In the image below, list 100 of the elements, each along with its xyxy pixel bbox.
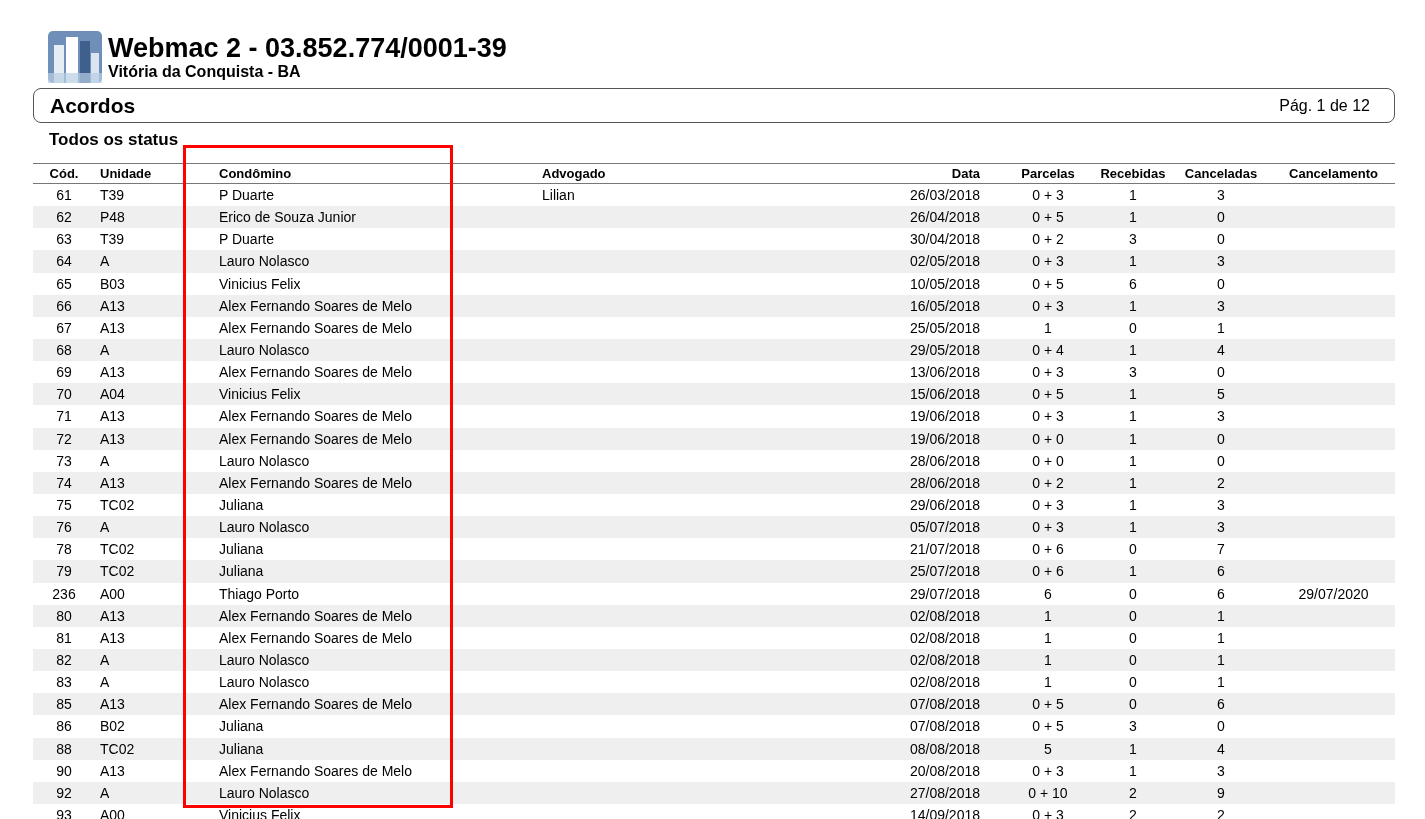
table-cell-text: 0 + 3 [1031,364,1065,381]
table-cell-text: 5 [1043,740,1053,757]
table-cell-text: A00 [99,585,126,602]
table-cell-text: 20/08/2018 [908,762,981,779]
table-cell-text: Alex Fernando Soares de Melo [219,607,413,624]
table-cell-text: A [99,452,111,469]
table-cell-text: 0 + 5 [1031,386,1065,403]
table-cell-text: 27/08/2018 [908,784,981,801]
table-cell-text: A13 [99,430,126,447]
table-cell-text: 0 + 2 [1031,474,1065,491]
table-cell-text: 1 [1128,430,1138,447]
table-cell-text: 79 [55,563,73,580]
table-cell-text: B02 [99,718,126,735]
table-cell-text: 0 [1216,452,1226,469]
table-cell-text: A13 [99,607,126,624]
table-cell-text: P Duarte [219,187,275,204]
table-cell-text: 0 [1216,231,1226,248]
table-cell-text: Lauro Nolasco [219,253,311,270]
table-cell-text: 1 [1043,674,1053,691]
filter-label: Todos os status [49,130,180,150]
table-cell-text: 80 [55,607,73,624]
table-cell-text: 1 [1128,342,1138,359]
table-cell-text: Juliana [219,740,265,757]
table-cell-text: TC02 [99,497,136,514]
table-cell-text: 0 + 3 [1031,408,1065,425]
table-cell-text: 70 [55,386,73,403]
table-cell-text: 13/06/2018 [908,364,981,381]
table-cell-text: A [99,784,111,801]
table-cell-text: Alex Fernando Soares de Melo [219,319,413,336]
table-cell-text: Alex Fernando Soares de Melo [219,297,413,314]
table-cell-text: Lauro Nolasco [219,652,311,668]
table-cell-text: 1 [1128,474,1138,491]
table-cell-text: 1 [1043,652,1053,668]
table-cell-text: Erico de Souza Junior [219,209,357,226]
table-cell-text: A13 [99,629,126,646]
table-cell-text: A [99,674,111,691]
table-cell-text: 29/07/2020 [1297,585,1370,602]
table-cell-text: 0 + 3 [1031,297,1065,314]
table-cell-text: 1 [1216,652,1226,668]
table-cell-text: 02/05/2018 [908,253,981,270]
table-cell-text: 0 [1128,541,1138,558]
table-cell-text: 6 [1216,585,1226,602]
table-cell-text: 3 [1128,718,1138,735]
table-cell-text: Alex Fernando Soares de Melo [219,762,413,779]
table-cell-text: 0 + 4 [1031,342,1065,359]
table-cell-text: 0 [1216,364,1226,381]
table-cell-text: Thiago Porto [219,585,301,602]
table-cell-text: 1 [1128,187,1138,204]
table-cell-text: 1 [1043,607,1053,624]
table-cell-text: TC02 [99,563,136,580]
table-cell-text: 0 [1128,652,1138,668]
column-header: Cód. [48,166,80,181]
table-cell-text: 2 [1216,474,1226,491]
table-cell-text: 3 [1128,364,1138,381]
table-cell-text: 65 [55,275,73,292]
table-cell-text: 1 [1216,674,1226,691]
table-cell-text: 6 [1128,275,1138,292]
table-cell-text: 0 [1216,718,1226,735]
table-cell-text: A13 [99,408,126,425]
table-cell-text: T39 [99,231,126,248]
table-cell-text: 3 [1216,187,1226,204]
table-cell-text: 85 [55,696,73,713]
table-cell-text: P Duarte [219,231,275,248]
table-cell-text: 16/05/2018 [908,297,981,314]
table-cell-text: 28/06/2018 [908,452,981,469]
table-cell-text: 0 [1128,629,1138,646]
table-cell-text: 92 [55,784,73,801]
table-cell-text: Lauro Nolasco [219,342,311,359]
table-cell-text: 62 [55,209,73,226]
table-cell-text: 68 [55,342,73,359]
table-cell-text: 236 [51,585,77,602]
table-cell-text: 1 [1128,497,1138,514]
table-cell-text: A04 [99,386,126,403]
table-cell-text: 05/07/2018 [908,519,981,536]
table-cell-text: 30/04/2018 [908,231,981,248]
table-cell-text: 07/08/2018 [908,696,981,713]
table-cell-text: 1 [1216,607,1226,624]
table-cell-text: 1 [1043,319,1053,336]
table-cell-text: 9 [1216,784,1226,801]
table-cell-text: Juliana [219,541,265,558]
table-cell-text: 0 [1128,674,1138,691]
table-cell-text: 1 [1043,629,1053,646]
column-header: Unidade [99,166,153,181]
table-cell-text: 02/08/2018 [908,607,981,624]
table-cell-text: 26/03/2018 [908,187,981,204]
table-cell-text: A13 [99,762,126,779]
table-cell-text: 88 [55,740,73,757]
table-cell-text: 0 + 5 [1031,209,1065,226]
table-cell-text: Alex Fernando Soares de Melo [219,629,413,646]
table-cell-text: Alex Fernando Soares de Melo [219,364,413,381]
table-cell-text: 75 [55,497,73,514]
table-cell-text: 0 + 2 [1031,231,1065,248]
table-cell-text: 7 [1216,541,1226,558]
table-cell-text: 0 + 6 [1031,563,1065,580]
table-cell-text: A [99,519,111,536]
table-cell-text: 66 [55,297,73,314]
page-number: Pág. 1 de 12 [1279,96,1370,115]
column-header: Parcelas [1020,166,1076,181]
table-cell-text: 0 [1128,607,1138,624]
table-cell-text: 1 [1128,762,1138,779]
